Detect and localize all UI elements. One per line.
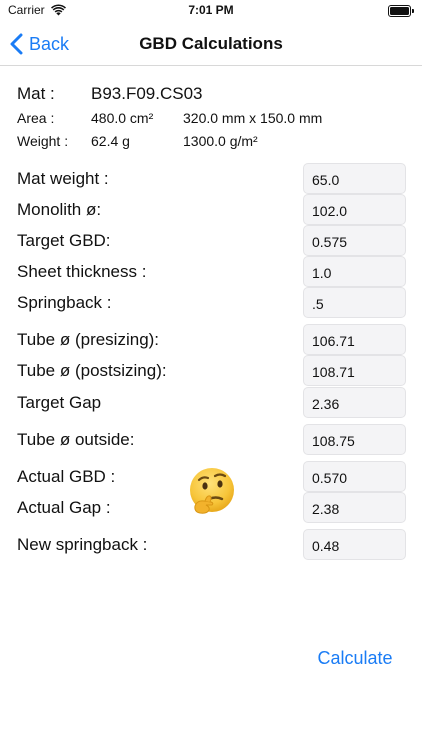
target-gap-label: Target Gap [17,393,102,412]
actual-gap-label: Actual Gap : [17,498,111,517]
battery-icon [388,5,414,17]
tube-postsizing-label: Tube ø (postsizing): [17,361,167,380]
target-gbd-field[interactable]: 0.575 [303,225,406,256]
tube-postsizing-field[interactable]: 108.71 [303,355,406,386]
tube-presizing-label: Tube ø (presizing): [17,330,160,349]
mat-weight-field[interactable]: 65.0 [303,163,406,194]
sheet-thickness-field[interactable]: 1.0 [303,256,406,287]
mat-label: Mat : [17,84,55,103]
thinking-face-icon [190,468,234,514]
target-gbd-row: Target GBD: 0.575 [17,225,407,257]
springback-row: Springback : .5 [17,287,407,319]
actual-gbd-field[interactable]: 0.570 [303,461,406,492]
area-value: 480.0 cm² [91,110,154,126]
area-dimensions: 320.0 mm x 150.0 mm [183,110,323,126]
clock: 7:01 PM [188,3,234,17]
actual-gap-field[interactable]: 2.38 [303,492,406,523]
weight-label: Weight : [17,133,69,149]
sheet-thickness-row: Sheet thickness : 1.0 [17,256,407,288]
monolith-row: Monolith ø: 102.0 [17,194,407,226]
target-gap-field[interactable]: 2.36 [303,387,406,418]
screen: Carrier 7:01 PM Back GBD Calculations Ma… [0,0,422,750]
weight-value: 62.4 g [91,133,130,149]
actual-gbd-label: Actual GBD : [17,467,116,486]
tube-presizing-field[interactable]: 106.71 [303,324,406,355]
status-bar: Carrier 7:01 PM [0,0,422,22]
monolith-field[interactable]: 102.0 [303,194,406,225]
navigation-bar: Back GBD Calculations [0,22,422,66]
calculate-button[interactable]: Calculate [300,648,410,674]
tube-postsizing-row: Tube ø (postsizing): 108.71 [17,355,407,387]
tube-outside-label: Tube ø outside: [17,430,135,449]
new-springback-field[interactable]: 0.48 [303,529,406,560]
target-gap-row: Target Gap 2.36 [17,387,407,419]
sheet-thickness-label: Sheet thickness : [17,262,147,281]
weight-density: 1300.0 g/m² [183,133,258,149]
mat-value: B93.F09.CS03 [91,84,203,103]
monolith-label: Monolith ø: [17,200,102,219]
tube-outside-field[interactable]: 108.75 [303,424,406,455]
tube-outside-row: Tube ø outside: 108.75 [17,424,407,456]
mat-weight-row: Mat weight : 65.0 [17,163,407,195]
springback-field[interactable]: .5 [303,287,406,318]
target-gbd-label: Target GBD: [17,231,111,250]
new-springback-row: New springback : 0.48 [17,529,407,561]
page-title: GBD Calculations [139,34,283,53]
new-springback-label: New springback : [17,535,148,554]
springback-label: Springback : [17,293,112,312]
mat-weight-label: Mat weight : [17,169,109,188]
tube-presizing-row: Tube ø (presizing): 106.71 [17,324,407,356]
area-label: Area : [17,110,55,126]
